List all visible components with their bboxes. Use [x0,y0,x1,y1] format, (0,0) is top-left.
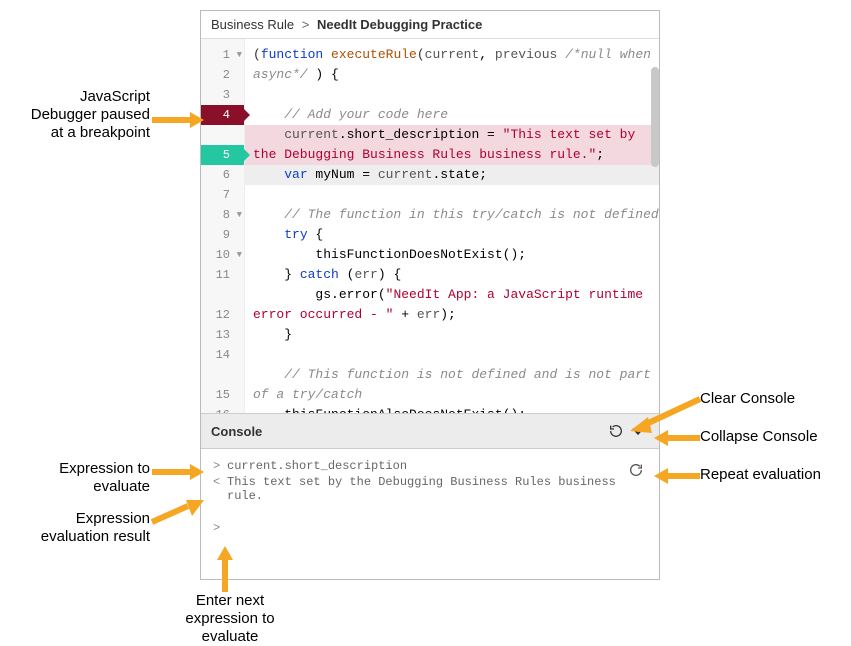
code-editor[interactable]: 1▼ 2 3 4 5 6 7 8▼ 9 10▼ 11 12 13 14 15 1… [201,39,659,413]
gutter-line [201,285,244,305]
console-input-text: current.short_description [227,459,647,473]
code-line [245,345,659,365]
code-line: try { [245,225,659,245]
code-line: // Add your code here [245,105,659,125]
scrollbar[interactable] [651,67,659,167]
gutter-line: 1▼ [201,45,244,65]
arrow-icon [152,500,204,535]
arrow-icon [152,110,204,135]
gutter-line [201,125,244,145]
code-line: } catch (err) { [245,265,659,285]
console-prompt-row[interactable]: > [213,521,647,535]
code-line: thisFunctionDoesNotExist(); [245,245,659,265]
debugger-panel: Business Rule > NeedIt Debugging Practic… [200,10,660,580]
code-line: // This function is not defined and is n… [245,365,659,405]
gutter-line: 6 [201,165,244,185]
prompt-caret-icon: > [213,521,227,535]
annotation-collapse: Collapse Console [700,428,818,446]
gutter-line: 11 [201,265,244,285]
fold-icon[interactable]: ▼ [237,205,242,225]
gutter-line: 12 [201,305,244,325]
gutter-line [201,365,244,385]
gutter-line: 9 [201,225,244,245]
code-line [245,85,659,105]
fold-icon[interactable]: ▼ [237,245,242,265]
line-gutter[interactable]: 1▼ 2 3 4 5 6 7 8▼ 9 10▼ 11 12 13 14 15 1… [201,39,245,413]
code-line: (function executeRule(current, previous … [245,45,659,85]
annotation-breakpoint: JavaScript Debugger paused at a breakpoi… [10,88,150,142]
gutter-line: 13 [201,325,244,345]
code-line: // The function in this try/catch is not… [245,205,659,225]
gutter-line: 8▼ [201,205,244,225]
gutter-line: 10▼ [201,245,244,265]
code-line-current: var myNum = current.state; [245,165,659,185]
gutter-line: 14 [201,345,244,365]
crumb-record: NeedIt Debugging Practice [317,17,482,32]
gutter-line: 15 [201,385,244,405]
arrow-icon [654,428,700,453]
breakpoint-marker[interactable]: 4 [201,105,244,125]
code-line: thisFunctionAlsoDoesNotExist(); [245,405,659,413]
output-caret-icon: < [213,475,227,489]
code-line [245,185,659,205]
input-caret-icon: > [213,459,227,473]
code-line-breakpoint: current.short_description = "This text s… [245,125,659,165]
gutter-line: 2 [201,65,244,85]
console-output-row: < This text set by the Debugging Busines… [213,475,647,503]
arrow-icon [152,462,204,487]
current-line-marker[interactable]: 5 [201,145,244,165]
code-line: } [245,325,659,345]
gutter-line: 3 [201,85,244,105]
clear-console-button[interactable] [605,420,627,442]
console-body[interactable]: > current.short_description < This text … [201,449,659,579]
console-title: Console [211,424,262,439]
crumb-sep: > [302,17,310,32]
repeat-evaluation-button[interactable] [625,459,647,481]
repeat-icon [628,462,644,478]
annotation-next: Enter next expression to evaluate [170,592,290,646]
gutter-line: 7 [201,185,244,205]
annotation-expression: Expression to evaluate [10,460,150,496]
refresh-icon [608,423,624,439]
breadcrumb: Business Rule > NeedIt Debugging Practic… [201,11,659,39]
arrow-icon [654,466,700,491]
code-area[interactable]: (function executeRule(current, previous … [245,39,659,413]
arrow-icon [215,546,235,597]
code-line: gs.error("NeedIt App: a JavaScript runti… [245,285,659,325]
console-input-row: > current.short_description [213,459,647,473]
console-header: Console [201,413,659,449]
fold-icon[interactable]: ▼ [237,45,242,65]
console-output-text: This text set by the Debugging Business … [227,475,647,503]
gutter-line: 16 [201,405,244,413]
crumb-business-rule[interactable]: Business Rule [211,17,294,32]
annotation-clear: Clear Console [700,390,795,408]
annotation-repeat: Repeat evaluation [700,466,821,484]
annotation-result: Expression evaluation result [10,510,150,546]
